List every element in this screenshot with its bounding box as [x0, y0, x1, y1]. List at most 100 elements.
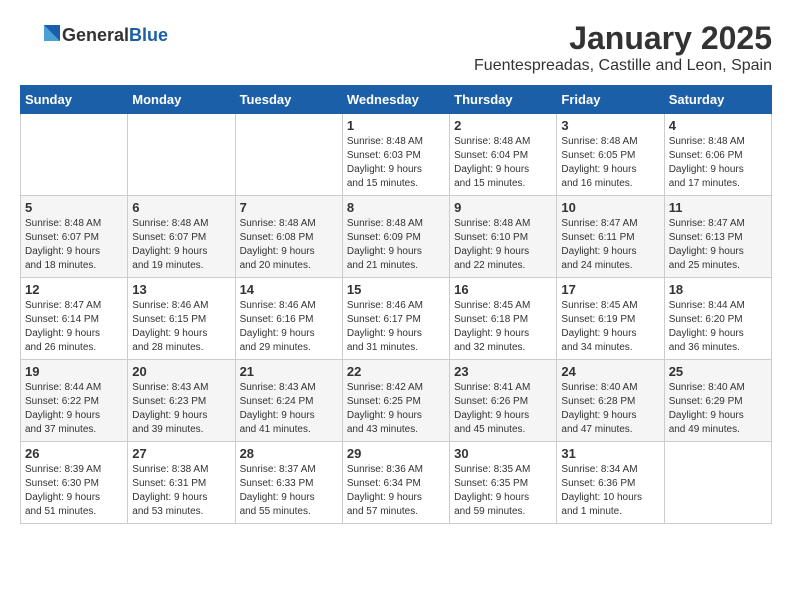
day-number: 13 [132, 282, 230, 297]
day-number: 7 [240, 200, 338, 215]
day-number: 16 [454, 282, 552, 297]
table-row: 18Sunrise: 8:44 AM Sunset: 6:20 PM Dayli… [664, 278, 771, 360]
logo-blue: Blue [129, 25, 168, 45]
day-number: 6 [132, 200, 230, 215]
day-info: Sunrise: 8:38 AM Sunset: 6:31 PM Dayligh… [132, 463, 230, 519]
header-wednesday: Wednesday [342, 86, 449, 114]
calendar-header-row: Sunday Monday Tuesday Wednesday Thursday… [21, 86, 772, 114]
day-number: 21 [240, 364, 338, 379]
logo: GeneralBlue [20, 20, 168, 50]
day-info: Sunrise: 8:40 AM Sunset: 6:29 PM Dayligh… [669, 381, 767, 437]
day-number: 17 [561, 282, 659, 297]
month-title: January 2025 [474, 20, 772, 57]
day-info: Sunrise: 8:34 AM Sunset: 6:36 PM Dayligh… [561, 463, 659, 519]
table-row: 29 Sunrise: 8:36 AM Sunset: 6:34 PM Dayli… [342, 442, 449, 524]
day-info: Sunrise: 8:48 AM Sunset: 6:06 PM Dayligh… [669, 135, 767, 191]
table-row: 12 Sunrise: 8:47 AM Sunset: 6:14 PM Dayli… [21, 278, 128, 360]
day-info: Sunrise: 8:46 AM Sunset: 6:16 PM Dayligh… [240, 299, 338, 355]
table-row: 20 Sunrise: 8:43 AM Sunset: 6:23 PM Dayli… [128, 360, 235, 442]
day-info: Sunrise: 8:46 AM Sunset: 6:17 PM Dayligh… [347, 299, 445, 355]
header-monday: Monday [128, 86, 235, 114]
header-friday: Friday [557, 86, 664, 114]
day-info: Sunrise: 8:41 AM Sunset: 6:26 PM Dayligh… [454, 381, 552, 437]
day-number: 8 [347, 200, 445, 215]
day-number: 4 [669, 118, 767, 133]
table-row: 7 Sunrise: 8:48 AM Sunset: 6:08 PM Daylig… [235, 196, 342, 278]
day-info: Sunrise: 8:48 AM Sunset: 6:10 PM Dayligh… [454, 217, 552, 273]
header-tuesday: Tuesday [235, 86, 342, 114]
day-number: 11 [669, 200, 767, 215]
day-info: Sunrise: 8:48 AM Sunset: 6:03 PM Dayligh… [347, 135, 445, 191]
day-info: Sunrise: 8:48 AM Sunset: 6:05 PM Dayligh… [561, 135, 659, 191]
day-number: 1 [347, 118, 445, 133]
table-row [128, 114, 235, 196]
table-row: 26Sunrise: 8:39 AM Sunset: 6:30 PM Dayli… [21, 442, 128, 524]
table-row: 11Sunrise: 8:47 AM Sunset: 6:13 PM Dayli… [664, 196, 771, 278]
day-info: Sunrise: 8:43 AM Sunset: 6:24 PM Dayligh… [240, 381, 338, 437]
day-number: 5 [25, 200, 123, 215]
table-row: 27 Sunrise: 8:38 AM Sunset: 6:31 PM Dayli… [128, 442, 235, 524]
table-row [235, 114, 342, 196]
day-info: Sunrise: 8:48 AM Sunset: 6:07 PM Dayligh… [132, 217, 230, 273]
day-number: 24 [561, 364, 659, 379]
table-row: 9 Sunrise: 8:48 AM Sunset: 6:10 PM Daylig… [450, 196, 557, 278]
table-row: 1 Sunrise: 8:48 AM Sunset: 6:03 PM Daylig… [342, 114, 449, 196]
table-row: 25Sunrise: 8:40 AM Sunset: 6:29 PM Dayli… [664, 360, 771, 442]
table-row: 13 Sunrise: 8:46 AM Sunset: 6:15 PM Dayli… [128, 278, 235, 360]
day-number: 2 [454, 118, 552, 133]
day-number: 15 [347, 282, 445, 297]
day-info: Sunrise: 8:45 AM Sunset: 6:18 PM Dayligh… [454, 299, 552, 355]
day-number: 28 [240, 446, 338, 461]
table-row: 5 Sunrise: 8:48 AM Sunset: 6:07 PM Daylig… [21, 196, 128, 278]
day-info: Sunrise: 8:46 AM Sunset: 6:15 PM Dayligh… [132, 299, 230, 355]
calendar-week-row: 1 Sunrise: 8:48 AM Sunset: 6:03 PM Daylig… [21, 114, 772, 196]
day-number: 31 [561, 446, 659, 461]
day-info: Sunrise: 8:36 AM Sunset: 6:34 PM Dayligh… [347, 463, 445, 519]
day-number: 9 [454, 200, 552, 215]
day-number: 27 [132, 446, 230, 461]
table-row: 8 Sunrise: 8:48 AM Sunset: 6:09 PM Daylig… [342, 196, 449, 278]
table-row: 22 Sunrise: 8:42 AM Sunset: 6:25 PM Dayli… [342, 360, 449, 442]
calendar-week-row: 26Sunrise: 8:39 AM Sunset: 6:30 PM Dayli… [21, 442, 772, 524]
day-info: Sunrise: 8:42 AM Sunset: 6:25 PM Dayligh… [347, 381, 445, 437]
calendar-week-row: 19 Sunrise: 8:44 AM Sunset: 6:22 PM Dayli… [21, 360, 772, 442]
header-saturday: Saturday [664, 86, 771, 114]
table-row: 10 Sunrise: 8:47 AM Sunset: 6:11 PM Dayli… [557, 196, 664, 278]
day-number: 3 [561, 118, 659, 133]
calendar-week-row: 12 Sunrise: 8:47 AM Sunset: 6:14 PM Dayli… [21, 278, 772, 360]
location-title: Fuentespreadas, Castille and Leon, Spain [474, 57, 772, 75]
day-info: Sunrise: 8:40 AM Sunset: 6:28 PM Dayligh… [561, 381, 659, 437]
day-info: Sunrise: 8:48 AM Sunset: 6:09 PM Dayligh… [347, 217, 445, 273]
table-row [21, 114, 128, 196]
day-number: 14 [240, 282, 338, 297]
page-header: GeneralBlue January 2025 Fuentespreadas,… [20, 20, 772, 75]
table-row: 24 Sunrise: 8:40 AM Sunset: 6:28 PM Dayli… [557, 360, 664, 442]
day-number: 22 [347, 364, 445, 379]
day-info: Sunrise: 8:47 AM Sunset: 6:11 PM Dayligh… [561, 217, 659, 273]
table-row: 31 Sunrise: 8:34 AM Sunset: 6:36 PM Dayli… [557, 442, 664, 524]
logo-icon [20, 20, 60, 50]
table-row [664, 442, 771, 524]
day-number: 12 [25, 282, 123, 297]
table-row: 23 Sunrise: 8:41 AM Sunset: 6:26 PM Dayli… [450, 360, 557, 442]
day-number: 23 [454, 364, 552, 379]
day-info: Sunrise: 8:44 AM Sunset: 6:22 PM Dayligh… [25, 381, 123, 437]
table-row: 14 Sunrise: 8:46 AM Sunset: 6:16 PM Dayli… [235, 278, 342, 360]
day-info: Sunrise: 8:48 AM Sunset: 6:07 PM Dayligh… [25, 217, 123, 273]
day-number: 19 [25, 364, 123, 379]
day-number: 26 [25, 446, 123, 461]
day-info: Sunrise: 8:35 AM Sunset: 6:35 PM Dayligh… [454, 463, 552, 519]
calendar-week-row: 5 Sunrise: 8:48 AM Sunset: 6:07 PM Daylig… [21, 196, 772, 278]
table-row: 17Sunrise: 8:45 AM Sunset: 6:19 PM Dayli… [557, 278, 664, 360]
day-number: 30 [454, 446, 552, 461]
day-number: 10 [561, 200, 659, 215]
day-number: 29 [347, 446, 445, 461]
day-info: Sunrise: 8:47 AM Sunset: 6:14 PM Dayligh… [25, 299, 123, 355]
table-row: 28Sunrise: 8:37 AM Sunset: 6:33 PM Dayli… [235, 442, 342, 524]
table-row: 30 Sunrise: 8:35 AM Sunset: 6:35 PM Dayli… [450, 442, 557, 524]
table-row: 21 Sunrise: 8:43 AM Sunset: 6:24 PM Dayli… [235, 360, 342, 442]
calendar-table: Sunday Monday Tuesday Wednesday Thursday… [20, 85, 772, 524]
day-info: Sunrise: 8:43 AM Sunset: 6:23 PM Dayligh… [132, 381, 230, 437]
day-number: 20 [132, 364, 230, 379]
day-info: Sunrise: 8:48 AM Sunset: 6:08 PM Dayligh… [240, 217, 338, 273]
